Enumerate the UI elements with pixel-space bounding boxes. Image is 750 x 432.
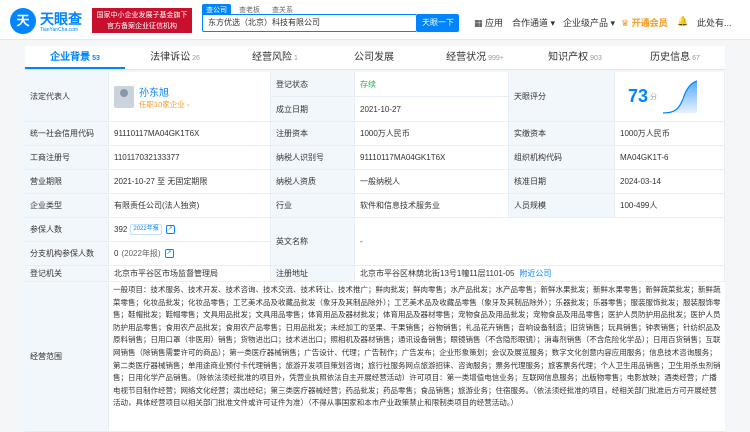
nearby-companies-link[interactable]: 附近公司 xyxy=(519,268,551,279)
gov-badge-line2: 官方备案企业征信机构 xyxy=(107,23,177,30)
tab-development[interactable]: 公司发展 xyxy=(325,46,425,69)
trend-chart-icon[interactable]: ↗ xyxy=(164,249,174,258)
scope-label: 经营范围 xyxy=(25,282,109,432)
nav-partners[interactable]: 合作通道 ▾ xyxy=(512,16,555,29)
nav-user[interactable]: 此处有... xyxy=(697,16,732,29)
term-value: 2021-10-27 至 无固定期限 xyxy=(109,170,271,194)
info-table: 法定代表人 孙东旭 任职10家企业 › 登记状态 存续 成立日期 2021-10… xyxy=(25,72,725,432)
logo-icon[interactable]: 天 xyxy=(10,8,36,34)
type-value: 有限责任公司(法人独资) xyxy=(109,194,271,218)
insured-cell: 392 2022年报 ↗ xyxy=(109,218,271,242)
industry-label: 行业 xyxy=(271,194,355,218)
paid-capital-value: 1000万人民币 xyxy=(615,122,725,146)
tab-legal[interactable]: 法律诉讼 26 xyxy=(125,46,225,69)
score-curve-icon xyxy=(663,79,698,114)
insured-label: 参保人数 xyxy=(25,218,109,242)
nav-enterprise[interactable]: 企业级产品 ▾ xyxy=(563,16,615,29)
address-cell: 北京市平谷区林荫北街13号1幢11层1101-05 附近公司 xyxy=(355,266,725,282)
insured-value: 392 xyxy=(114,225,128,234)
top-header: 天 天眼查 TianYanCha.com 国家中小企业发展子基金旗下 官方备案企… xyxy=(0,0,750,40)
taxpayer-id-label: 纳税人识别号 xyxy=(271,146,355,170)
reg-capital-label: 注册资本 xyxy=(271,122,355,146)
approval-value: 2024-03-14 xyxy=(615,170,725,194)
credit-code-value: 91110117MA04GK1T6X xyxy=(109,122,271,146)
gov-badge: 国家中小企业发展子基金旗下 官方备案企业征信机构 xyxy=(92,8,192,33)
founded-value: 2021-10-27 xyxy=(355,97,509,122)
founded-label: 成立日期 xyxy=(271,97,355,122)
approval-label: 核准日期 xyxy=(509,170,615,194)
org-code-label: 组织机构代码 xyxy=(509,146,615,170)
biz-reg-label: 工商注册号 xyxy=(25,146,109,170)
branch-insured-label: 分支机构参保人数 xyxy=(25,242,109,266)
tab-ip[interactable]: 知识产权 903 xyxy=(525,46,625,69)
en-name-value: - xyxy=(355,218,725,266)
nav-bell[interactable]: 🔔 xyxy=(677,16,688,27)
chevron-down-icon: ▾ xyxy=(608,18,616,28)
tab-history[interactable]: 历史信息 67 xyxy=(625,46,725,69)
branch-insured-year: (2022年报) xyxy=(121,249,161,258)
term-label: 营业期限 xyxy=(25,170,109,194)
chevron-down-icon: ▾ xyxy=(548,18,556,28)
en-name-label: 英文名称 xyxy=(271,218,355,266)
legal-rep-cell: 孙东旭 任职10家企业 › xyxy=(109,72,271,122)
tab-background[interactable]: 企业背景 53 xyxy=(25,46,125,69)
tab-risk[interactable]: 经营风险 1 xyxy=(225,46,325,69)
section-tabs: 企业背景 53 法律诉讼 26 经营风险 1 公司发展 经营状况 999+ 知识产权 90… xyxy=(25,46,725,70)
legal-rep-label: 法定代表人 xyxy=(25,72,109,122)
crown-icon: ♛ xyxy=(621,18,632,28)
industry-value: 软件和信息技术服务业 xyxy=(355,194,509,218)
status-label: 登记状态 xyxy=(271,72,355,97)
taxpayer-qual-value: 一般纳税人 xyxy=(355,170,509,194)
authority-label: 登记机关 xyxy=(25,266,109,282)
nav-apps[interactable]: ▦ 应用 xyxy=(474,16,503,29)
biz-reg-value: 110117032133377 xyxy=(109,146,271,170)
credit-code-label: 统一社会信用代码 xyxy=(25,122,109,146)
score-unit: 分 xyxy=(650,93,658,101)
status-badge: 存续 xyxy=(355,72,509,97)
score-label: 天眼评分 xyxy=(509,72,615,122)
search-input[interactable]: 东方优选（北京）科技有限公司 xyxy=(202,14,417,32)
grid-icon: ▦ xyxy=(474,18,486,28)
nav-vip[interactable]: ♛ 开通会员 xyxy=(621,16,668,29)
address-value: 北京市平谷区林荫北街13号1幢11层1101-05 xyxy=(360,269,515,278)
score-cell: 73 分 xyxy=(615,72,725,122)
taxpayer-qual-label: 纳税人资质 xyxy=(271,170,355,194)
paid-capital-label: 实缴资本 xyxy=(509,122,615,146)
org-code-value: MA04GK1T-6 xyxy=(615,146,725,170)
bell-icon: 🔔 xyxy=(677,16,689,26)
score-value: 73 xyxy=(628,86,649,106)
taxpayer-id-value: 91110117MA04GK1T6X xyxy=(355,146,509,170)
authority-value: 北京市平谷区市场监督管理局 xyxy=(109,266,271,282)
tab-operation[interactable]: 经营状况 999+ xyxy=(425,46,525,69)
logo-name[interactable]: 天眼查 xyxy=(40,9,82,29)
address-label: 注册地址 xyxy=(271,266,355,282)
legal-rep-positions[interactable]: 任职10家企业 › xyxy=(139,99,189,110)
scope-value: 一般项目：技术服务、技术开发、技术咨询、技术交流、技术转让、技术推广；鲜肉批发；… xyxy=(109,282,725,432)
annual-report-tag[interactable]: 2022年报 xyxy=(130,224,162,235)
reg-capital-value: 1000万人民币 xyxy=(355,122,509,146)
trend-chart-icon[interactable]: ↗ xyxy=(165,225,175,234)
gov-badge-line1: 国家中小企业发展子基金旗下 xyxy=(96,12,188,19)
type-label: 企业类型 xyxy=(25,194,109,218)
avatar[interactable] xyxy=(114,85,134,108)
logo-subtitle: TianYanCha.com xyxy=(40,27,79,33)
branch-insured-value: 0 xyxy=(114,249,119,258)
legal-rep-name[interactable]: 孙东旭 xyxy=(139,84,189,99)
size-label: 人员规模 xyxy=(509,194,615,218)
branch-insured-cell: 0 (2022年报) ↗ xyxy=(109,242,271,266)
search-button[interactable]: 天眼一下 xyxy=(417,14,459,32)
size-value: 100-499人 xyxy=(615,194,725,218)
